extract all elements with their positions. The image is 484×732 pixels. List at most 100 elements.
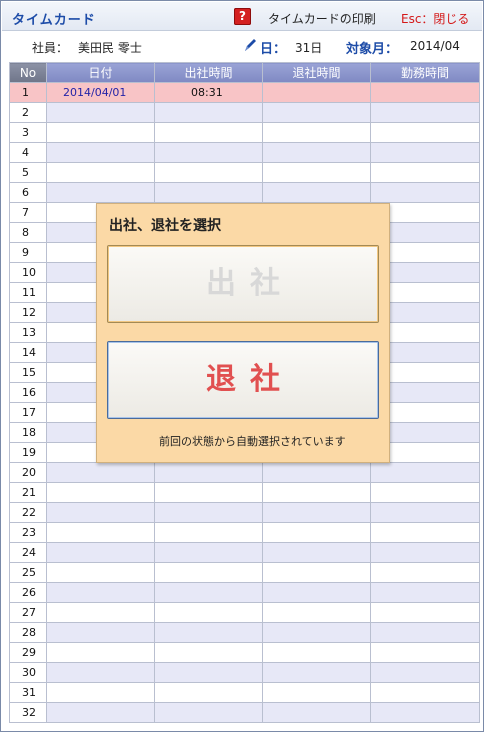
row-number[interactable]: 11: [9, 282, 47, 303]
clock-in-cell[interactable]: [154, 482, 263, 503]
clock-in-cell[interactable]: [154, 142, 263, 163]
row-number[interactable]: 7: [9, 202, 47, 223]
table-row[interactable]: 26: [9, 582, 480, 603]
clock-in-cell[interactable]: [154, 582, 263, 603]
row-number[interactable]: 8: [9, 222, 47, 243]
table-row[interactable]: 24: [9, 542, 480, 563]
clock-in-cell[interactable]: [154, 622, 263, 643]
row-number[interactable]: 5: [9, 162, 47, 183]
clock-in-cell[interactable]: [154, 162, 263, 183]
row-number[interactable]: 27: [9, 602, 47, 623]
clock-in-cell[interactable]: 08:31: [154, 82, 263, 103]
work-hours-cell[interactable]: [370, 522, 480, 543]
work-hours-cell[interactable]: [370, 82, 480, 103]
row-number[interactable]: 14: [9, 342, 47, 363]
row-number[interactable]: 2: [9, 102, 47, 123]
work-hours-cell[interactable]: [370, 562, 480, 583]
clock-out-cell[interactable]: [262, 482, 371, 503]
clock-out-cell[interactable]: [262, 622, 371, 643]
row-number[interactable]: 1: [9, 82, 47, 103]
row-number[interactable]: 15: [9, 362, 47, 383]
clock-in-cell[interactable]: [154, 122, 263, 143]
clock-out-cell[interactable]: [262, 582, 371, 603]
date-cell[interactable]: [46, 582, 155, 603]
table-row[interactable]: 23: [9, 522, 480, 543]
table-row[interactable]: 2: [9, 102, 480, 123]
clock-out-cell[interactable]: [262, 542, 371, 563]
clock-in-cell[interactable]: [154, 662, 263, 683]
date-cell[interactable]: [46, 622, 155, 643]
table-row[interactable]: 3: [9, 122, 480, 143]
date-cell[interactable]: [46, 522, 155, 543]
clock-in-button[interactable]: 出社: [107, 245, 379, 323]
date-cell[interactable]: [46, 602, 155, 623]
row-number[interactable]: 4: [9, 142, 47, 163]
row-number[interactable]: 16: [9, 382, 47, 403]
row-number[interactable]: 9: [9, 242, 47, 263]
row-number[interactable]: 18: [9, 422, 47, 443]
row-number[interactable]: 24: [9, 542, 47, 563]
date-cell[interactable]: [46, 642, 155, 663]
table-row[interactable]: 1 2014/04/01 08:31: [9, 82, 480, 103]
work-hours-cell[interactable]: [370, 142, 480, 163]
clock-out-cell[interactable]: [262, 462, 371, 483]
row-number[interactable]: 19: [9, 442, 47, 463]
column-header-no[interactable]: No: [9, 62, 47, 83]
row-number[interactable]: 10: [9, 262, 47, 283]
clock-in-cell[interactable]: [154, 562, 263, 583]
clock-out-cell[interactable]: [262, 102, 371, 123]
clock-out-cell[interactable]: [262, 122, 371, 143]
clock-in-cell[interactable]: [154, 642, 263, 663]
clock-out-cell[interactable]: [262, 702, 371, 723]
date-cell[interactable]: [46, 482, 155, 503]
date-cell[interactable]: [46, 502, 155, 523]
column-header-clock-in[interactable]: 出社時間: [154, 62, 263, 83]
row-number[interactable]: 22: [9, 502, 47, 523]
date-cell[interactable]: [46, 702, 155, 723]
date-cell[interactable]: 2014/04/01: [46, 82, 155, 103]
date-cell[interactable]: [46, 542, 155, 563]
work-hours-cell[interactable]: [370, 122, 480, 143]
work-hours-cell[interactable]: [370, 162, 480, 183]
work-hours-cell[interactable]: [370, 582, 480, 603]
date-cell[interactable]: [46, 562, 155, 583]
close-button[interactable]: Esc：閉じる: [401, 10, 469, 27]
work-hours-cell[interactable]: [370, 102, 480, 123]
clock-in-cell[interactable]: [154, 522, 263, 543]
clock-out-cell[interactable]: [262, 682, 371, 703]
date-cell[interactable]: [46, 122, 155, 143]
clock-out-cell[interactable]: [262, 142, 371, 163]
table-row[interactable]: 27: [9, 602, 480, 623]
row-number[interactable]: 26: [9, 582, 47, 603]
row-number[interactable]: 28: [9, 622, 47, 643]
clock-out-cell[interactable]: [262, 162, 371, 183]
table-row[interactable]: 20: [9, 462, 480, 483]
clock-out-cell[interactable]: [262, 562, 371, 583]
help-icon[interactable]: ?: [234, 8, 251, 25]
clock-in-cell[interactable]: [154, 502, 263, 523]
clock-out-cell[interactable]: [262, 522, 371, 543]
work-hours-cell[interactable]: [370, 462, 480, 483]
table-row[interactable]: 30: [9, 662, 480, 683]
date-cell[interactable]: [46, 682, 155, 703]
work-hours-cell[interactable]: [370, 702, 480, 723]
table-row[interactable]: 31: [9, 682, 480, 703]
print-timecard-button[interactable]: タイムカードの印刷: [268, 10, 376, 27]
row-number[interactable]: 17: [9, 402, 47, 423]
row-number[interactable]: 12: [9, 302, 47, 323]
row-number[interactable]: 21: [9, 482, 47, 503]
table-row[interactable]: 21: [9, 482, 480, 503]
column-header-work-hours[interactable]: 勤務時間: [370, 62, 480, 83]
table-row[interactable]: 32: [9, 702, 480, 723]
row-number[interactable]: 29: [9, 642, 47, 663]
row-number[interactable]: 30: [9, 662, 47, 683]
clock-in-cell[interactable]: [154, 702, 263, 723]
row-number[interactable]: 23: [9, 522, 47, 543]
row-number[interactable]: 13: [9, 322, 47, 343]
table-row[interactable]: 5: [9, 162, 480, 183]
work-hours-cell[interactable]: [370, 682, 480, 703]
clock-in-cell[interactable]: [154, 682, 263, 703]
column-header-clock-out[interactable]: 退社時間: [262, 62, 371, 83]
date-cell[interactable]: [46, 102, 155, 123]
table-row[interactable]: 4: [9, 142, 480, 163]
